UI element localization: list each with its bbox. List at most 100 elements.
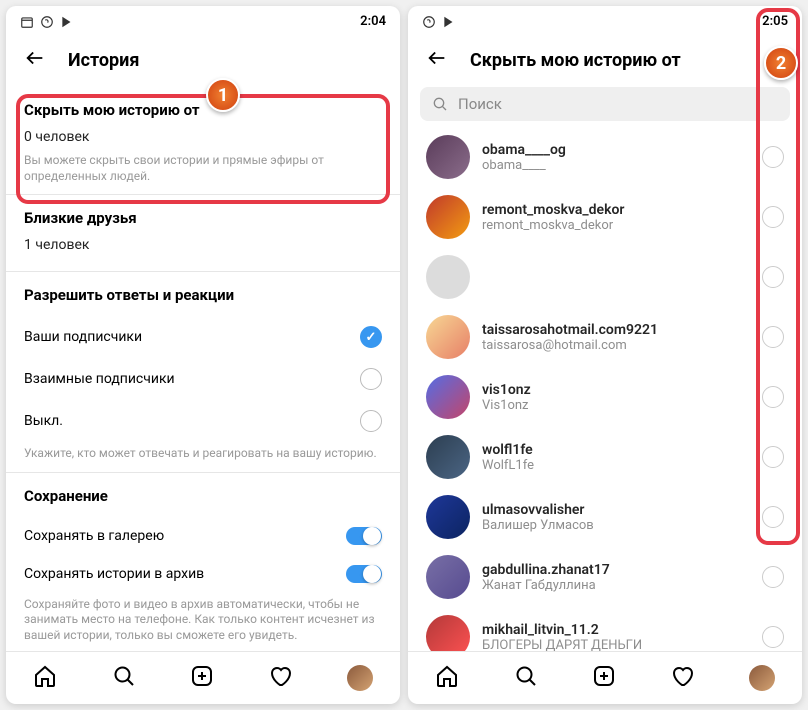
calendar-icon <box>20 15 34 29</box>
option-mutual-followers[interactable]: Взаимные подписчики <box>6 358 400 400</box>
select-radio-icon[interactable] <box>762 206 784 228</box>
select-radio-icon[interactable] <box>762 146 784 168</box>
back-icon[interactable] <box>426 47 448 73</box>
shazam-icon <box>422 15 436 29</box>
user-name: remont_moskva_dekor <box>482 202 750 218</box>
status-time: 2:04 <box>360 14 386 29</box>
user-info: obama____ogobama____ <box>482 142 750 173</box>
option-label: Взаимные подписчики <box>24 371 175 387</box>
user-name: wolfl1fe <box>482 442 750 458</box>
allow-replies-section: Разрешить ответы и реакции <box>6 272 400 316</box>
option-save-archive[interactable]: Сохранять истории в архив <box>6 555 400 593</box>
close-friends-title: Близкие друзья <box>24 209 382 227</box>
user-name: obama____og <box>482 142 750 158</box>
radio-icon[interactable] <box>360 410 382 432</box>
user-info: gabdullina.zhanat17Жанат Габдуллина <box>482 562 750 593</box>
bottom-nav <box>6 651 400 704</box>
user-info: ulmasovvalisherВалишер Улмасов <box>482 502 750 533</box>
activity-icon[interactable] <box>268 664 292 692</box>
profile-avatar-icon[interactable] <box>749 665 775 691</box>
user-avatar <box>426 495 470 539</box>
play-store-icon <box>442 15 456 29</box>
app-header: История <box>6 33 400 87</box>
allow-replies-title: Разрешить ответы и реакции <box>24 286 382 304</box>
user-subtitle: Vis1onz <box>482 398 750 413</box>
search-icon <box>432 96 448 112</box>
user-avatar <box>426 555 470 599</box>
user-info: mikhail_litvin_11.2БЛОГЕРЫ ДАРЯТ ДЕНЬГИ <box>482 622 750 652</box>
select-radio-icon[interactable] <box>762 266 784 288</box>
user-subtitle: taissarosa@hotmail.com <box>482 338 750 353</box>
user-subtitle: Жанат Габдуллина <box>482 578 750 593</box>
page-title: История <box>68 50 139 71</box>
user-name: vis1onz <box>482 382 750 398</box>
option-off[interactable]: Выкл. <box>6 400 400 442</box>
user-row[interactable]: ulmasovvalisherВалишер Улмасов <box>408 487 802 547</box>
user-subtitle: WolfL1fe <box>482 458 750 473</box>
search-icon[interactable] <box>514 664 538 692</box>
user-row[interactable]: vis1onzVis1onz <box>408 367 802 427</box>
option-label: Выкл. <box>24 413 63 429</box>
hide-story-section[interactable]: Скрыть мою историю от 0 человек Вы может… <box>6 87 400 194</box>
search-placeholder: Поиск <box>458 95 502 113</box>
toggle-on-icon[interactable] <box>346 565 382 583</box>
profile-avatar-icon[interactable] <box>347 665 373 691</box>
select-radio-icon[interactable] <box>762 326 784 348</box>
user-name: taissarosahotmail.com9221 <box>482 322 750 338</box>
user-name: ulmasovvalisher <box>482 502 750 518</box>
close-friends-value: 1 человек <box>24 237 382 253</box>
option-save-gallery[interactable]: Сохранять в галерею <box>6 517 400 555</box>
user-list[interactable]: 2 obama____ogobama____remont_moskva_deko… <box>408 127 802 651</box>
select-radio-icon[interactable] <box>762 386 784 408</box>
user-info: remont_moskva_dekorremont_moskva_dekor <box>482 202 750 233</box>
select-radio-icon[interactable] <box>762 506 784 528</box>
user-row[interactable]: obama____ogobama____ <box>408 127 802 187</box>
play-store-icon <box>60 15 74 29</box>
activity-icon[interactable] <box>670 664 694 692</box>
toggle-on-icon[interactable] <box>346 527 382 545</box>
add-post-icon[interactable] <box>592 664 616 692</box>
user-row[interactable] <box>408 247 802 307</box>
status-time: 2:05 <box>762 14 788 29</box>
hide-story-desc: Вы можете скрыть свои истории и прямые э… <box>24 153 382 184</box>
user-avatar <box>426 135 470 179</box>
shazam-icon <box>40 15 54 29</box>
hide-story-title: Скрыть мою историю от <box>24 101 382 119</box>
radio-checked-icon[interactable] <box>360 326 382 348</box>
search-input[interactable]: Поиск <box>420 87 790 121</box>
user-avatar <box>426 255 470 299</box>
allow-replies-desc: Укажите, кто может отвечать и реагироват… <box>24 446 382 462</box>
user-row[interactable]: taissarosahotmail.com9221taissarosa@hotm… <box>408 307 802 367</box>
user-avatar <box>426 375 470 419</box>
user-row[interactable]: mikhail_litvin_11.2БЛОГЕРЫ ДАРЯТ ДЕНЬГИ <box>408 607 802 651</box>
option-label: Ваши подписчики <box>24 329 142 345</box>
page-title: Скрыть мою историю от <box>470 50 681 71</box>
status-bar: 2:05 <box>408 6 802 33</box>
add-post-icon[interactable] <box>190 664 214 692</box>
user-row[interactable]: wolfl1feWolfL1fe <box>408 427 802 487</box>
select-radio-icon[interactable] <box>762 566 784 588</box>
select-radio-icon[interactable] <box>762 626 784 648</box>
allow-replies-desc-wrap: Укажите, кто может отвечать и реагироват… <box>6 442 400 472</box>
home-icon[interactable] <box>33 664 57 692</box>
user-row[interactable]: gabdullina.zhanat17Жанат Габдуллина <box>408 547 802 607</box>
radio-icon[interactable] <box>360 368 382 390</box>
search-icon[interactable] <box>112 664 136 692</box>
close-friends-section[interactable]: Близкие друзья 1 человек <box>6 195 400 271</box>
user-name: mikhail_litvin_11.2 <box>482 622 750 638</box>
bottom-nav <box>408 651 802 704</box>
user-row[interactable]: remont_moskva_dekorremont_moskva_dekor <box>408 187 802 247</box>
app-header: Скрыть мою историю от <box>408 33 802 87</box>
select-radio-icon[interactable] <box>762 446 784 468</box>
option-your-followers[interactable]: Ваши подписчики <box>6 316 400 358</box>
home-icon[interactable] <box>435 664 459 692</box>
user-name: gabdullina.zhanat17 <box>482 562 750 578</box>
user-subtitle: БЛОГЕРЫ ДАРЯТ ДЕНЬГИ <box>482 638 750 652</box>
saving-desc-wrap: Сохраняйте фото и видео в архив автомати… <box>6 593 400 651</box>
status-bar: 2:04 <box>6 6 400 33</box>
hide-story-value: 0 человек <box>24 129 382 145</box>
option-label: Сохранять в галерею <box>24 528 164 544</box>
user-avatar <box>426 615 470 651</box>
user-info: wolfl1feWolfL1fe <box>482 442 750 473</box>
back-icon[interactable] <box>24 47 46 73</box>
